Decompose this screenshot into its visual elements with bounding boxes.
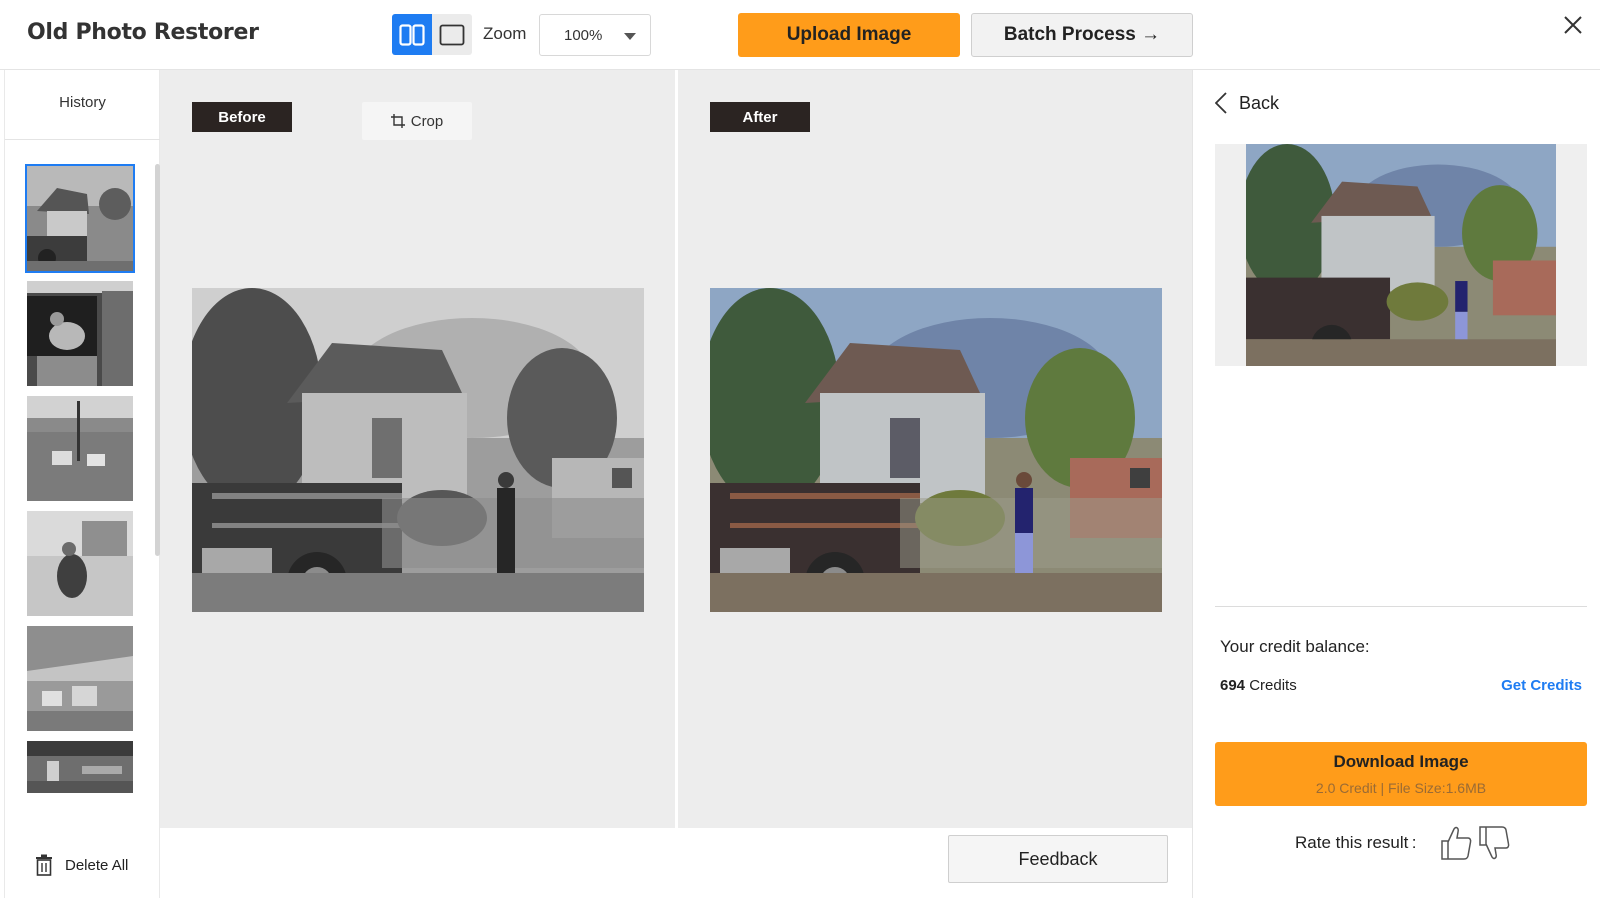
batch-process-button[interactable]: Batch Process → (971, 13, 1193, 57)
history-thumb-1[interactable] (25, 164, 135, 273)
before-image (192, 288, 644, 612)
delete-all-label: Delete All (65, 856, 129, 874)
result-preview (1215, 144, 1587, 366)
upload-image-button[interactable]: Upload Image (738, 13, 960, 57)
before-tag: Before (192, 102, 292, 132)
download-details: 2.0 Credit | File Size:1.6MB (1315, 780, 1487, 796)
zoom-select[interactable]: 100% (539, 14, 651, 56)
split-view-icon (399, 23, 425, 46)
get-credits-link[interactable]: Get Credits (1501, 677, 1582, 694)
credit-balance-value: 694 Credits (1220, 677, 1297, 694)
rate-label: Rate this result : (1295, 833, 1417, 852)
view-toggle (392, 14, 472, 55)
back-button[interactable]: Back (1215, 92, 1279, 114)
feedback-button[interactable]: Feedback (948, 835, 1168, 883)
chevron-left-icon (1215, 92, 1227, 114)
result-panel: Back Your credit balance: 694 Credits Ge… (1192, 70, 1600, 898)
credit-amount: 694 (1220, 677, 1246, 694)
app-title: Old Photo Restorer (27, 20, 259, 45)
bottom-bar: Feedback (160, 828, 1192, 898)
chevron-down-icon (624, 33, 636, 40)
history-sidebar: History Delete All (4, 70, 160, 898)
crop-button[interactable]: Crop (362, 102, 472, 140)
history-thumb-2[interactable] (27, 281, 133, 386)
crop-label: Crop (410, 112, 444, 130)
single-view-icon (439, 24, 465, 45)
compare-divider[interactable] (675, 70, 678, 828)
zoom-value: 100% (564, 26, 603, 44)
history-thumb-6[interactable] (27, 741, 133, 793)
after-image (710, 288, 1162, 612)
split-view-button[interactable] (392, 14, 432, 55)
trash-icon (36, 854, 52, 876)
rating: Rate this result : (1295, 824, 1515, 862)
history-thumb-5[interactable] (27, 626, 133, 731)
panel-divider (1215, 606, 1587, 607)
app-window: Old Photo Restorer Zoom 100% Upload Imag… (0, 0, 1600, 898)
single-view-button[interactable] (432, 14, 472, 55)
compare-area: Before Crop After (160, 70, 1192, 828)
history-thumb-4[interactable] (27, 511, 133, 616)
close-icon[interactable] (1562, 14, 1584, 36)
history-thumb-3[interactable] (27, 396, 133, 501)
history-title: History (5, 70, 160, 140)
header: Old Photo Restorer Zoom 100% Upload Imag… (0, 0, 1600, 70)
history-list (25, 164, 137, 878)
credit-balance-label: Your credit balance: (1220, 637, 1370, 656)
delete-all-button[interactable]: Delete All (35, 854, 128, 876)
crop-icon (390, 114, 405, 128)
result-preview-image (1246, 144, 1556, 366)
credit-unit: Credits (1245, 677, 1297, 694)
after-tag: After (710, 102, 810, 132)
download-label: Download Image (1333, 752, 1469, 771)
back-label: Back (1239, 92, 1280, 113)
download-image-button[interactable]: Download Image 2.0 Credit | File Size:1.… (1215, 742, 1587, 806)
thumbs-up-icon[interactable] (1439, 824, 1473, 862)
thumbs-down-icon[interactable] (1477, 824, 1511, 862)
zoom-label: Zoom (483, 24, 527, 43)
